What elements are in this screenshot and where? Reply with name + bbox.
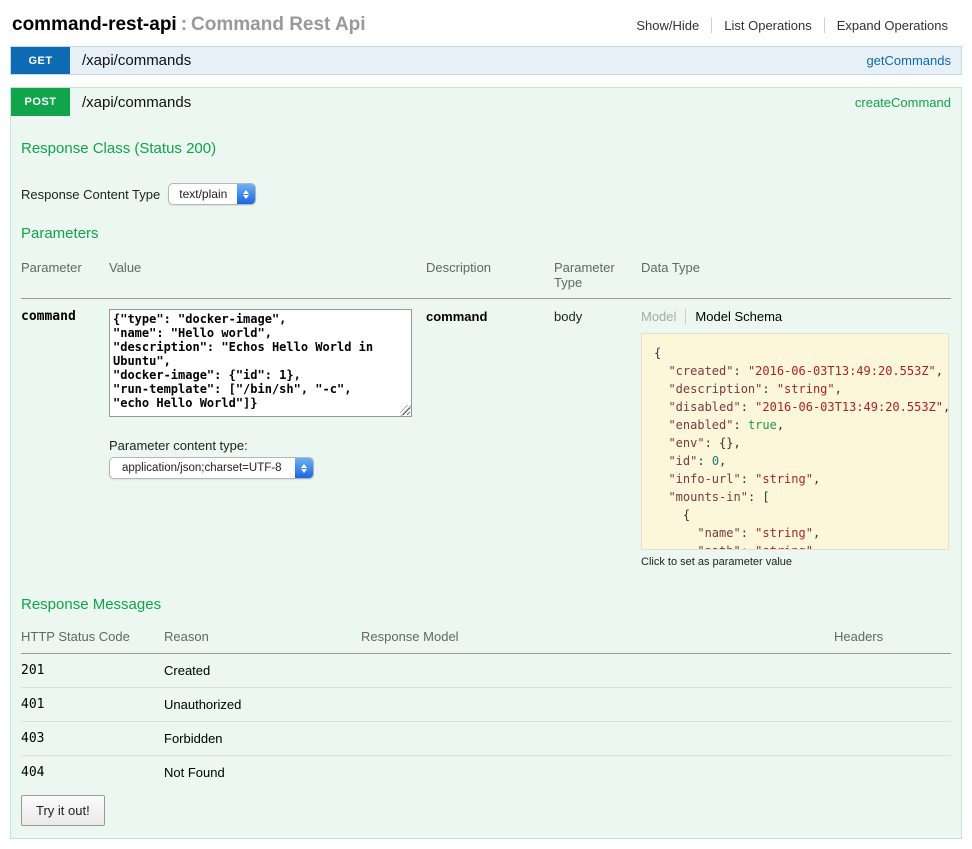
post-operation-content: Response Class (Status 200) Response Con… [10,116,962,839]
parameter-content-type-wrap: application/json;charset=UTF-8 [109,457,426,479]
response-model-cell [361,731,834,746]
resource-title: command-rest-api:Command Rest Api [12,14,366,36]
schema-click-hint: Click to set as parameter value [641,556,951,568]
response-messages-table-header: HTTP Status Code Reason Response Model H… [21,625,951,654]
parameter-content-type-label: Parameter content type: [109,438,426,453]
data-type-cell: Model Model Schema { "created": "2016-06… [641,309,951,568]
status-code: 403 [21,731,164,746]
post-method-badge: POST [11,88,70,116]
col-header-description: Description [426,260,554,290]
parameters-heading: Parameters [21,225,951,242]
endpoint-get-commands[interactable]: GET /xapi/commands getCommands [10,46,962,75]
col-header-http-status-code: HTTP Status Code [21,629,164,644]
response-message-row: 403 Forbidden [21,722,951,756]
resource-actions: Show/Hide List Operations Expand Operati… [624,17,960,33]
resource-name[interactable]: command-rest-api [12,14,177,35]
list-operations-link[interactable]: List Operations [712,18,823,33]
response-message-row: 401 Unauthorized [21,688,951,722]
try-it-out-button[interactable]: Try it out! [21,795,105,826]
col-header-response-model: Response Model [361,629,834,644]
parameter-value-textarea[interactable]: {"type": "docker-image", "name": "Hello … [109,309,412,417]
select-stepper-icon [237,184,255,204]
response-content-type-label: Response Content Type [21,187,160,202]
status-code: 201 [21,663,164,678]
show-hide-link[interactable]: Show/Hide [624,18,711,33]
parameters-table-header: Parameter Value Description Parameter Ty… [21,256,951,299]
status-reason: Unauthorized [164,697,361,712]
select-stepper-icon [295,458,313,478]
response-content-type-select[interactable]: text/plain [168,183,256,205]
col-header-headers: Headers [834,629,951,644]
parameter-type: body [554,309,641,568]
tab-model[interactable]: Model [641,309,685,324]
status-reason: Created [164,663,361,678]
parameter-row-command: command {"type": "docker-image", "name":… [21,299,951,568]
response-message-row: 404 Not Found [21,756,951,789]
get-method-badge: GET [11,47,70,74]
expand-operations-link[interactable]: Expand Operations [825,18,960,33]
response-model-cell [361,697,834,712]
model-tabs: Model Model Schema [641,309,951,324]
resource-header: command-rest-api:Command Rest Api Show/H… [10,10,962,46]
get-endpoint-path[interactable]: /xapi/commands [82,47,191,74]
endpoint-post-commands[interactable]: POST /xapi/commands createCommand [10,87,962,116]
parameter-value-cell: {"type": "docker-image", "name": "Hello … [109,309,426,568]
post-endpoint-path[interactable]: /xapi/commands [82,88,191,116]
get-operation-link[interactable]: getCommands [866,47,951,74]
parameter-content-type-select[interactable]: application/json;charset=UTF-8 [109,457,314,479]
response-class-heading: Response Class (Status 200) [21,116,951,157]
parameter-description: command [426,309,554,568]
headers-cell [834,663,951,678]
col-header-reason: Reason [164,629,361,644]
resource-title-separator: : [177,14,191,35]
response-model-cell [361,663,834,678]
parameter-name: command [21,309,109,568]
response-content-type-value: text/plain [169,184,237,204]
col-header-data-type: Data Type [641,260,951,290]
status-code: 401 [21,697,164,712]
col-header-parameter-type: Parameter Type [554,260,641,290]
response-messages-heading: Response Messages [21,596,951,613]
post-operation-link[interactable]: createCommand [855,88,951,116]
col-header-value: Value [109,260,426,290]
status-reason: Forbidden [164,731,361,746]
swagger-page: command-rest-api:Command Rest Api Show/H… [0,0,972,849]
col-header-parameter: Parameter [21,260,109,290]
headers-cell [834,731,951,746]
model-schema-box[interactable]: { "created": "2016-06-03T13:49:20.553Z",… [641,333,949,550]
response-content-type-row: Response Content Type text/plain [21,183,951,205]
tab-model-schema[interactable]: Model Schema [685,309,782,324]
response-message-row: 201 Created [21,654,951,688]
headers-cell [834,697,951,712]
resource-description: Command Rest Api [191,14,366,35]
parameter-content-type-value: application/json;charset=UTF-8 [110,458,295,478]
